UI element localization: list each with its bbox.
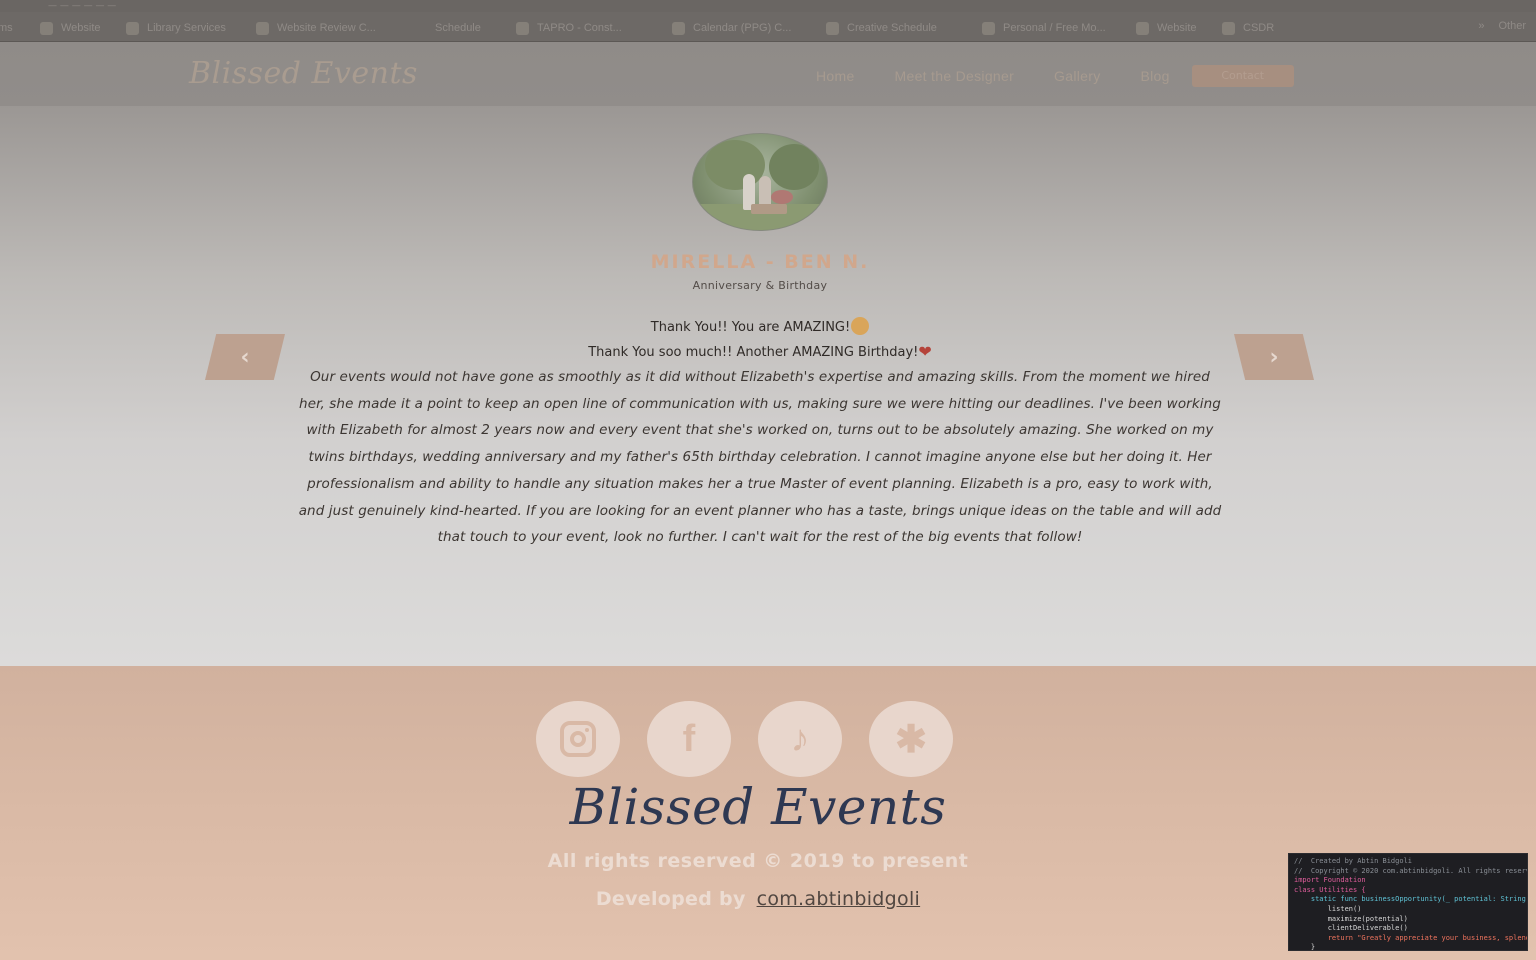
facebook-icon: f bbox=[682, 717, 696, 760]
bookmark-item[interactable]: TAPRO - Const... bbox=[516, 20, 622, 36]
yelp-button[interactable]: ✱ bbox=[869, 701, 953, 777]
instagram-button[interactable] bbox=[536, 701, 620, 777]
code-line: // Created by Abtin Bidgoli bbox=[1294, 857, 1413, 865]
code-line: clientDeliverable() bbox=[1294, 924, 1408, 933]
bookmark-item[interactable]: Schedule bbox=[435, 20, 481, 36]
site-logo[interactable]: Blissed Events bbox=[189, 56, 418, 91]
code-line: listen() bbox=[1294, 904, 1362, 913]
facebook-button[interactable]: f bbox=[647, 701, 731, 777]
other-bookmarks-folder[interactable]: Other bbox=[1498, 20, 1526, 32]
main-nav: Home Meet the Designer Gallery Blog Cont… bbox=[816, 64, 1294, 87]
yelp-icon: ✱ bbox=[895, 718, 927, 761]
code-line: // Copyright © 2020 com.abtinbidgoli. Al… bbox=[1294, 866, 1528, 875]
bookmark-item[interactable]: Calendar (PPG) C... bbox=[672, 20, 791, 36]
bookmarks-more-button[interactable]: » bbox=[1478, 20, 1484, 32]
social-links: f ♪ ✱ bbox=[536, 701, 953, 777]
developer-credit-prefix: Developed by bbox=[595, 888, 746, 910]
bookmark-favicon-icon bbox=[1136, 21, 1149, 35]
bookmark-item[interactable]: Creative Schedule bbox=[826, 20, 937, 36]
chevron-left-icon: ‹ bbox=[240, 344, 250, 370]
bookmark-label: Schedule bbox=[435, 22, 481, 34]
bookmark-item[interactable]: Website bbox=[40, 20, 101, 36]
code-line: return "Greatly appreciate your business… bbox=[1294, 933, 1528, 942]
quote-line-text: Thank You!! You are AMAZING! bbox=[650, 320, 851, 335]
bookmark-partial[interactable]: ms bbox=[0, 20, 13, 36]
code-line: } bbox=[1294, 943, 1316, 951]
nav-gallery[interactable]: Gallery bbox=[1054, 68, 1100, 84]
bookmark-favicon-icon bbox=[256, 21, 269, 35]
nav-meet-the-designer[interactable]: Meet the Designer bbox=[895, 68, 1015, 84]
browser-top-text: — — — — — — bbox=[48, 1, 117, 11]
testimonial-section: MIRELLA - BEN N. Anniversary & Birthday … bbox=[0, 106, 1536, 666]
nav-home[interactable]: Home bbox=[816, 68, 855, 84]
bookmark-label: Website bbox=[61, 22, 101, 34]
calendar-icon bbox=[826, 21, 839, 35]
heart-emoji-icon: ❤ bbox=[918, 342, 932, 361]
bookmark-label: Library Services bbox=[147, 22, 226, 34]
tiktok-icon: ♪ bbox=[790, 717, 810, 760]
photo-flowers bbox=[771, 190, 793, 204]
bookmark-favicon-icon bbox=[672, 21, 685, 35]
instagram-icon bbox=[560, 721, 596, 757]
next-testimonial-button[interactable]: › bbox=[1234, 334, 1314, 380]
contact-button[interactable]: Contact bbox=[1191, 65, 1294, 87]
chevron-right-icon: › bbox=[1269, 344, 1279, 370]
code-line: class Utilities { bbox=[1294, 885, 1366, 894]
bookmark-item[interactable]: Library Services bbox=[126, 20, 226, 36]
tiktok-button[interactable]: ♪ bbox=[758, 701, 842, 777]
photo-tree bbox=[705, 140, 765, 190]
bookmark-label: Personal / Free Mo... bbox=[1003, 22, 1106, 34]
quote-line-1: Thank You!! You are AMAZING! bbox=[0, 317, 1520, 335]
bookmark-item[interactable]: Website Review C... bbox=[256, 20, 376, 36]
code-line: import Foundation bbox=[1294, 876, 1366, 885]
developer-link[interactable]: com.abtinbidgoli bbox=[757, 888, 921, 910]
kissing-face-emoji-icon bbox=[851, 317, 870, 335]
bookmark-label: ms bbox=[0, 22, 13, 34]
quote-line-text: Thank You soo much!! Another AMAZING Bir… bbox=[588, 345, 919, 360]
code-line: maximize(potential) bbox=[1294, 914, 1408, 923]
bookmark-label: Website bbox=[1157, 22, 1197, 34]
client-photo bbox=[692, 133, 828, 231]
bookmark-label: Creative Schedule bbox=[847, 22, 937, 34]
code-snippet-card[interactable]: // Created by Abtin Bidgoli // Copyright… bbox=[1288, 853, 1528, 951]
code-line: static func businessOpportunity(_ potent… bbox=[1294, 895, 1528, 904]
site-header: Blissed Events Home Meet the Designer Ga… bbox=[0, 42, 1536, 106]
bookmark-item[interactable]: CSDR bbox=[1222, 20, 1274, 36]
browser-top-strip: — — — — — — bbox=[0, 0, 1536, 12]
footer-logo: Blissed Events bbox=[569, 778, 947, 836]
bookmark-favicon-icon bbox=[40, 21, 53, 35]
event-type: Anniversary & Birthday bbox=[692, 279, 828, 292]
testimonial-body: Our events would not have gone as smooth… bbox=[298, 369, 1222, 546]
browser-bookmarks-bar: — — — — — — ms Website Library Services … bbox=[0, 0, 1536, 42]
previous-testimonial-button[interactable]: ‹ bbox=[205, 334, 285, 380]
bookmark-favicon-icon bbox=[1222, 21, 1235, 35]
bookmark-label: TAPRO - Const... bbox=[537, 22, 622, 34]
bookmarks-overflow: » Other bbox=[1478, 20, 1526, 32]
link-icon bbox=[516, 21, 529, 35]
bookmark-label: CSDR bbox=[1243, 22, 1275, 34]
photo-tree bbox=[769, 144, 819, 190]
bookmark-item[interactable]: Website bbox=[1136, 20, 1197, 36]
bookmark-label: Website Review C... bbox=[277, 22, 376, 34]
nav-blog[interactable]: Blog bbox=[1141, 68, 1170, 84]
bookmark-favicon-icon bbox=[982, 21, 995, 35]
photo-table bbox=[751, 204, 787, 214]
folder-icon bbox=[126, 21, 139, 35]
bookmark-item[interactable]: Personal / Free Mo... bbox=[982, 20, 1106, 36]
client-name: MIRELLA - BEN N. bbox=[650, 251, 870, 273]
bookmark-label: Calendar (PPG) C... bbox=[693, 22, 792, 34]
